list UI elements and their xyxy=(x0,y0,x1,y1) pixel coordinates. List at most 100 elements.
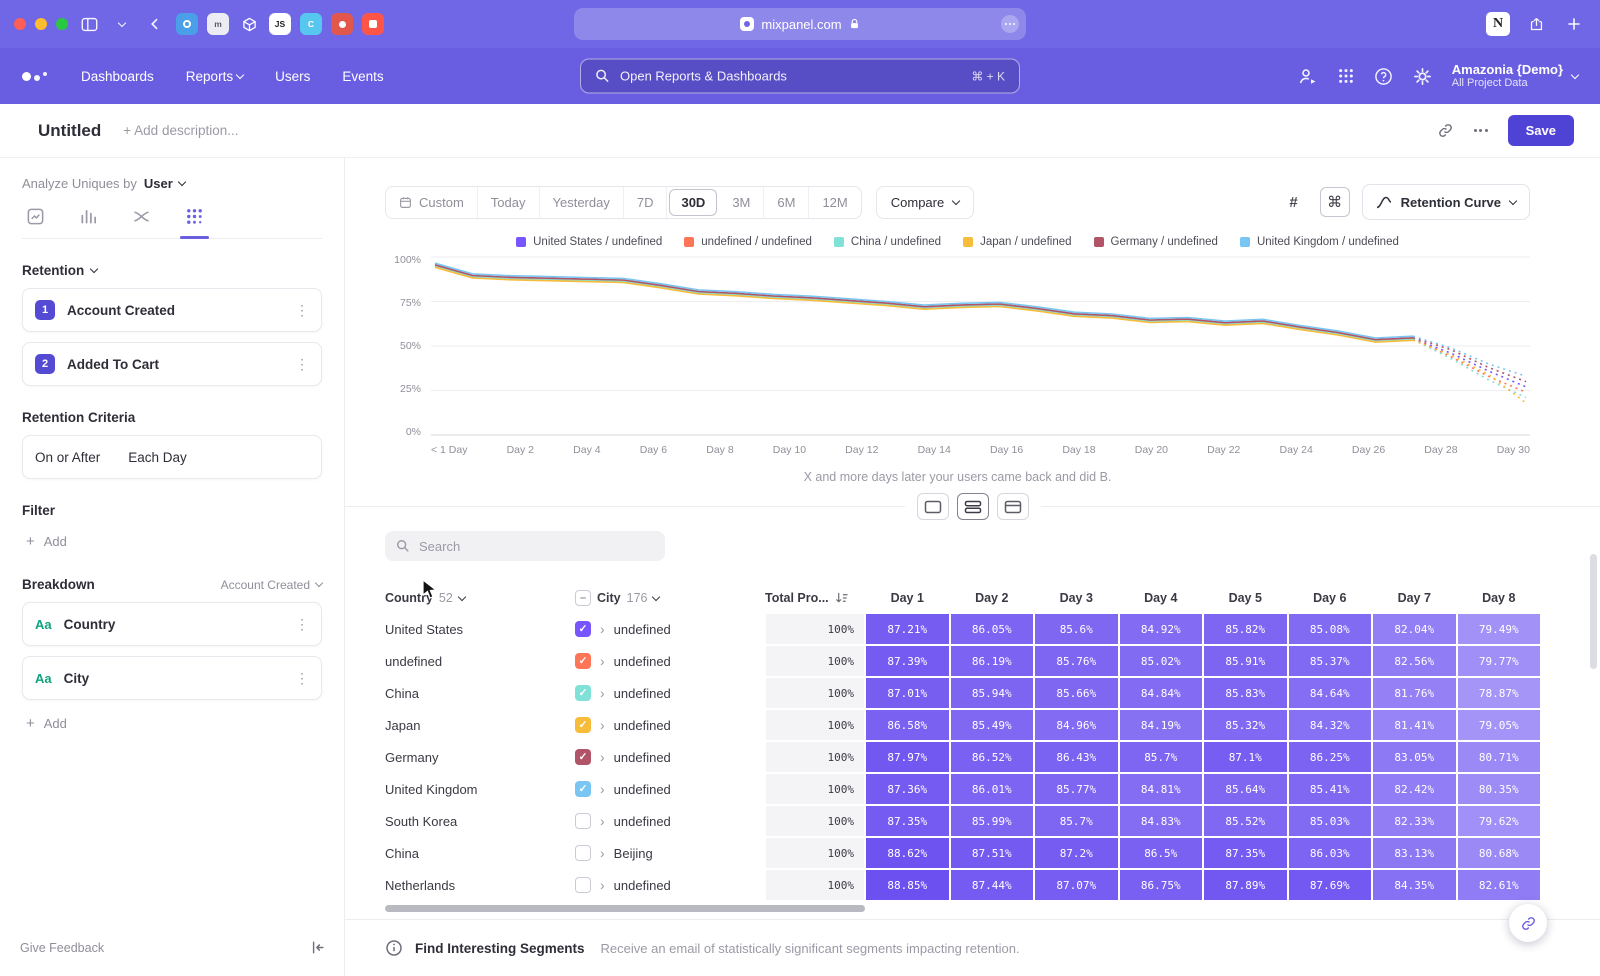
expand-row-icon[interactable]: › xyxy=(600,622,605,636)
day-column-header[interactable]: Day 8 xyxy=(1457,591,1542,605)
view-split-button[interactable] xyxy=(957,493,989,520)
mixpanel-logo[interactable] xyxy=(22,72,47,81)
add-filter-button[interactable]: +Add xyxy=(22,534,322,549)
extension-icon-5[interactable] xyxy=(331,13,353,35)
date-range-30d[interactable]: 30D xyxy=(669,189,717,216)
legend-item[interactable]: Japan / undefined xyxy=(963,236,1071,248)
tabs-dropdown-icon[interactable] xyxy=(110,12,134,36)
sidebar-toggle-icon[interactable] xyxy=(77,12,101,36)
expand-row-icon[interactable]: › xyxy=(600,814,605,828)
collapse-sidebar-icon[interactable] xyxy=(310,940,326,955)
tab-flows[interactable] xyxy=(132,207,151,226)
kebab-menu-icon[interactable]: ⋮ xyxy=(295,670,309,687)
retention-section-label[interactable]: Retention xyxy=(22,263,322,278)
day-column-header[interactable]: Day 3 xyxy=(1034,591,1119,605)
settings-gear-icon[interactable] xyxy=(1413,67,1432,86)
add-description[interactable]: + Add description... xyxy=(123,123,238,138)
total-column-header[interactable]: Total Pro... xyxy=(765,591,865,605)
date-range-custom[interactable]: Custom xyxy=(386,187,478,218)
criteria-each-day[interactable]: Each Day xyxy=(128,450,187,465)
expand-row-icon[interactable]: › xyxy=(600,686,605,700)
date-range-12m[interactable]: 12M xyxy=(809,187,860,218)
tab-retention[interactable] xyxy=(185,207,204,226)
date-range-7d[interactable]: 7D xyxy=(624,187,668,218)
extension-icon-4[interactable]: C xyxy=(300,13,322,35)
legend-item[interactable]: Germany / undefined xyxy=(1094,236,1218,248)
vertical-scrollbar[interactable] xyxy=(1590,554,1597,669)
date-range-3m[interactable]: 3M xyxy=(719,187,764,218)
expand-row-icon[interactable]: › xyxy=(600,718,605,732)
day-column-header[interactable]: Day 1 xyxy=(865,591,950,605)
row-checkbox[interactable] xyxy=(575,877,591,893)
nav-dashboards[interactable]: Dashboards xyxy=(81,69,154,84)
expand-row-icon[interactable]: › xyxy=(600,750,605,764)
country-column-header[interactable]: Country 52 xyxy=(385,591,575,605)
boost-menu-icon[interactable] xyxy=(1001,15,1019,33)
row-checkbox[interactable] xyxy=(575,813,591,829)
day-column-header[interactable]: Day 6 xyxy=(1288,591,1373,605)
tab-insights[interactable] xyxy=(26,207,45,226)
expand-row-icon[interactable]: › xyxy=(600,846,605,860)
select-all-checkbox[interactable]: – xyxy=(575,590,591,606)
view-chart-only-button[interactable] xyxy=(917,493,949,520)
traffic-light-minimize[interactable] xyxy=(35,18,47,30)
find-segments-bar[interactable]: Find Interesting Segments Receive an ema… xyxy=(345,919,1600,976)
save-button[interactable]: Save xyxy=(1508,115,1574,146)
breakdown-scope-selector[interactable]: Account Created xyxy=(221,578,322,592)
nav-events[interactable]: Events xyxy=(342,69,383,84)
extension-icon-1[interactable] xyxy=(176,13,198,35)
chart-type-selector[interactable]: Retention Curve xyxy=(1362,184,1530,220)
date-range-6m[interactable]: 6M xyxy=(764,187,809,218)
day-column-header[interactable]: Day 5 xyxy=(1203,591,1288,605)
copy-link-icon[interactable] xyxy=(1437,122,1454,139)
nav-users[interactable]: Users xyxy=(275,69,310,84)
keyboard-shortcuts-button[interactable]: ⌘ xyxy=(1320,187,1350,217)
traffic-light-close[interactable] xyxy=(14,18,26,30)
back-icon[interactable] xyxy=(143,12,167,36)
url-bar[interactable]: mixpanel.com xyxy=(574,8,1026,40)
retention-step-2[interactable]: 2 Added To Cart ⋮ xyxy=(22,342,322,386)
traffic-light-zoom[interactable] xyxy=(56,18,68,30)
day-column-header[interactable]: Day 2 xyxy=(950,591,1035,605)
kebab-menu-icon[interactable]: ⋮ xyxy=(295,302,309,319)
analyze-entity-selector[interactable]: User xyxy=(144,176,185,191)
session-replay-icon[interactable] xyxy=(1298,67,1318,86)
legend-item[interactable]: United States / undefined xyxy=(516,236,662,248)
legend-item[interactable]: United Kingdom / undefined xyxy=(1240,236,1399,248)
report-title[interactable]: Untitled xyxy=(38,121,101,141)
kebab-menu-icon[interactable]: ⋮ xyxy=(295,616,309,633)
expand-row-icon[interactable]: › xyxy=(600,878,605,892)
expand-row-icon[interactable]: › xyxy=(600,654,605,668)
annotations-button[interactable]: # xyxy=(1280,188,1308,216)
extension-icon-js[interactable]: JS xyxy=(269,13,291,35)
share-icon[interactable] xyxy=(1524,12,1548,36)
kebab-menu-icon[interactable]: ⋮ xyxy=(295,356,309,373)
add-breakdown-button[interactable]: +Add xyxy=(22,716,322,731)
apps-grid-icon[interactable] xyxy=(1338,68,1354,84)
global-search[interactable]: Open Reports & Dashboards ⌘ + K xyxy=(580,59,1020,94)
extension-icon-2[interactable]: m xyxy=(207,13,229,35)
table-search-input[interactable]: Search xyxy=(385,531,665,561)
notion-extension-icon[interactable]: N xyxy=(1486,12,1510,36)
project-switcher[interactable]: Amazonia {Demo} All Project Data xyxy=(1452,62,1578,91)
share-link-floating-button[interactable] xyxy=(1509,904,1547,942)
row-checkbox[interactable]: ✓ xyxy=(575,653,591,669)
compare-button[interactable]: Compare xyxy=(876,186,974,219)
day-column-header[interactable]: Day 7 xyxy=(1372,591,1457,605)
legend-item[interactable]: China / undefined xyxy=(834,236,941,248)
give-feedback-link[interactable]: Give Feedback xyxy=(20,941,104,955)
view-table-only-button[interactable] xyxy=(997,493,1029,520)
extension-icon-3[interactable] xyxy=(238,13,260,35)
row-checkbox[interactable]: ✓ xyxy=(575,685,591,701)
row-checkbox[interactable]: ✓ xyxy=(575,781,591,797)
more-actions-icon[interactable] xyxy=(1474,129,1488,132)
legend-item[interactable]: undefined / undefined xyxy=(684,236,812,248)
day-column-header[interactable]: Day 4 xyxy=(1119,591,1204,605)
row-checkbox[interactable]: ✓ xyxy=(575,749,591,765)
extension-icon-6[interactable] xyxy=(362,13,384,35)
horizontal-scrollbar[interactable] xyxy=(385,905,865,912)
help-icon[interactable] xyxy=(1374,67,1393,86)
row-checkbox[interactable]: ✓ xyxy=(575,621,591,637)
row-checkbox[interactable]: ✓ xyxy=(575,717,591,733)
expand-row-icon[interactable]: › xyxy=(600,782,605,796)
